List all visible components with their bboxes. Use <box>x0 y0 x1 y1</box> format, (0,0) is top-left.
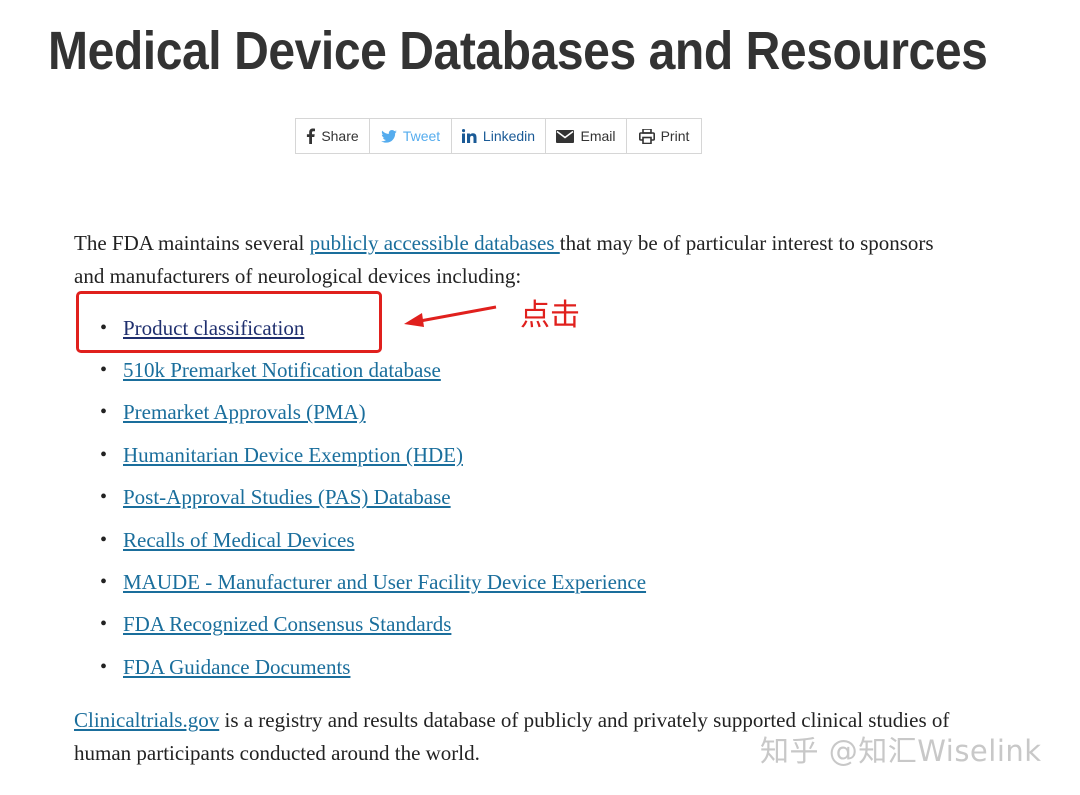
list-item: • Recalls of Medical Devices <box>100 519 646 561</box>
page-title: Medical Device Databases and Resources <box>48 21 988 81</box>
printer-icon <box>638 128 655 144</box>
bullet: • <box>100 613 108 636</box>
clinicaltrials-link[interactable]: Clinicaltrials.gov <box>74 708 219 732</box>
tweet-label: Tweet <box>402 128 441 144</box>
database-list: • Product classification • 510k Premarket … <box>100 307 646 689</box>
list-item: • MAUDE - Manufacturer and User Facility … <box>100 561 646 603</box>
highlight-box <box>76 291 382 353</box>
list-item: • 510k Premarket Notification database <box>100 349 646 391</box>
publicly-accessible-databases-link[interactable]: publicly accessible databases <box>310 231 560 255</box>
watermark: 知乎 @知汇Wiselink <box>760 734 1042 768</box>
share-bar: Share Tweet Linkedin Email Print <box>295 118 702 154</box>
tweet-button[interactable]: Tweet <box>370 119 452 153</box>
list-item: • FDA Guidance Documents <box>100 646 646 688</box>
list-item: • Premarket Approvals (PMA) <box>100 392 646 434</box>
intro-paragraph: The FDA maintains several publicly acces… <box>74 227 954 293</box>
pas-database-link[interactable]: Post-Approval Studies (PAS) Database <box>123 485 451 510</box>
recalls-link[interactable]: Recalls of Medical Devices <box>123 528 355 553</box>
linkedin-label: Linkedin <box>482 128 536 144</box>
linkedin-icon <box>461 129 477 143</box>
linkedin-button[interactable]: Linkedin <box>452 119 546 153</box>
hde-link[interactable]: Humanitarian Device Exemption (HDE) <box>123 443 463 468</box>
bullet: • <box>100 359 108 382</box>
facebook-icon <box>306 128 316 144</box>
consensus-standards-link[interactable]: FDA Recognized Consensus Standards <box>123 612 451 637</box>
bullet: • <box>100 401 108 424</box>
bullet: • <box>100 655 108 678</box>
print-label: Print <box>660 128 690 144</box>
print-button[interactable]: Print <box>627 119 701 153</box>
click-annotation: 点击 <box>520 298 580 333</box>
share-label: Share <box>321 128 359 144</box>
pma-link[interactable]: Premarket Approvals (PMA) <box>123 400 366 425</box>
share-button[interactable]: Share <box>296 119 370 153</box>
510k-database-link[interactable]: 510k Premarket Notification database <box>123 358 441 383</box>
bullet: • <box>100 528 108 551</box>
intro-text-before: The FDA maintains several <box>74 231 310 255</box>
list-item: • Post-Approval Studies (PAS) Database <box>100 477 646 519</box>
envelope-icon <box>556 129 575 143</box>
bullet: • <box>100 571 108 594</box>
red-arrow-icon <box>404 305 497 327</box>
bullet: • <box>100 486 108 509</box>
bullet: • <box>100 443 108 466</box>
list-item: • FDA Recognized Consensus Standards <box>100 604 646 646</box>
email-button[interactable]: Email <box>546 119 627 153</box>
maude-link[interactable]: MAUDE - Manufacturer and User Facility D… <box>123 570 646 595</box>
email-label: Email <box>580 128 616 144</box>
guidance-documents-link[interactable]: FDA Guidance Documents <box>123 655 350 680</box>
list-item: • Humanitarian Device Exemption (HDE) <box>100 434 646 476</box>
twitter-icon <box>381 129 397 143</box>
